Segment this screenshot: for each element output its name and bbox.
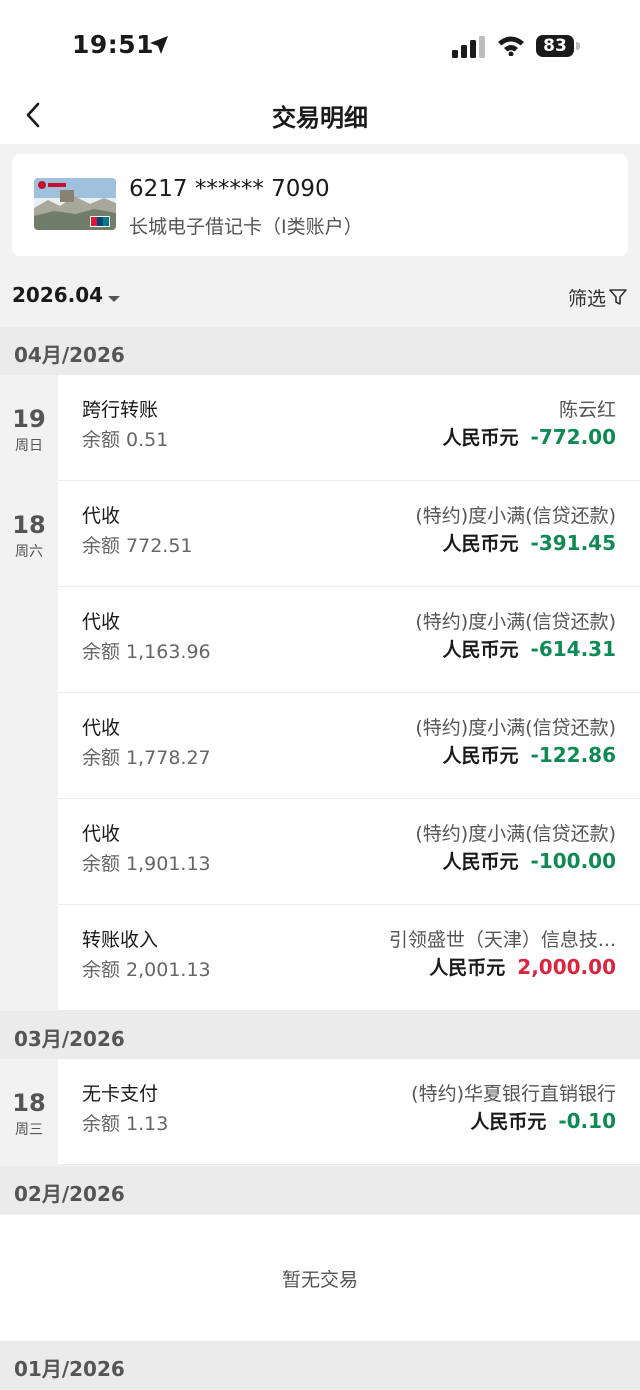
tx-counterparty: (特约)度小满(信贷还款) [415, 611, 616, 633]
month-header-label: 04月/2026 [14, 343, 125, 367]
tx-amount-line: 人民币元 -0.10 [470, 1107, 616, 1134]
tx-amount-line: 人民币元 -391.45 [443, 529, 617, 556]
nav-bar: 交易明细 [0, 90, 640, 144]
empty-text: 暂无交易 [281, 1269, 358, 1291]
month-header-label: 02月/2026 [14, 1182, 125, 1206]
card-number: 6217 ****** 7090 [129, 176, 330, 202]
month-header: 03月/2026 [0, 1011, 640, 1059]
empty-state: 暂无交易 [0, 1215, 640, 1341]
month-header-label: 03月/2026 [14, 1027, 125, 1051]
transaction-row[interactable]: 代收 余额 772.51 (特约)度小满(信贷还款) 人民币元 -391.45 [58, 481, 640, 587]
tx-amount: -614.31 [530, 637, 616, 661]
tx-amount: -0.10 [558, 1109, 616, 1133]
tx-currency: 人民币元 [442, 851, 519, 873]
tx-amount: -772.00 [530, 425, 616, 449]
tx-amount-line: 人民币元 -122.86 [443, 741, 617, 768]
battery-icon: 83 [536, 35, 574, 57]
tx-type: 代收 [82, 611, 121, 633]
day-number: 18 [12, 1089, 46, 1117]
day-weekday: 周三 [15, 1122, 43, 1138]
card-name: 长城电子借记卡（I类账户） [129, 216, 363, 238]
transaction-row[interactable]: 无卡支付 余额 1.13 (特约)华夏银行直销银行 人民币元 -0.10 [58, 1059, 640, 1165]
signal-icon [452, 36, 486, 62]
tx-type: 代收 [82, 505, 121, 527]
tx-currency: 人民币元 [442, 639, 519, 661]
tx-balance: 余额 1.13 [82, 1113, 169, 1135]
account-card-panel[interactable]: 6217 ****** 7090 长城电子借记卡（I类账户） [12, 154, 628, 256]
tx-counterparty: (特约)度小满(信贷还款) [415, 823, 616, 845]
month-header: 04月/2026 [0, 327, 640, 375]
transaction-row[interactable]: 跨行转账 余额 0.51 陈云红 人民币元 -772.00 [58, 375, 640, 481]
day-marker: 19 周日 [0, 375, 58, 481]
transaction-row[interactable]: 转账收入 余额 2,001.13 引领盛世（天津）信息技... 人民币元 2,00… [58, 905, 640, 1011]
tx-balance: 余额 1,778.27 [82, 747, 211, 769]
tx-amount-line: 人民币元 -614.31 [443, 635, 617, 662]
month-header: 02月/2026 [0, 1166, 640, 1214]
caret-down-icon [107, 285, 121, 309]
filter-bar: 2026.04 筛选 [0, 268, 640, 324]
card-image [34, 178, 116, 230]
wifi-icon [497, 34, 525, 60]
day-marker: 18 周三 [0, 1059, 58, 1165]
tx-type: 无卡支付 [82, 1083, 159, 1105]
tx-balance: 余额 2,001.13 [82, 959, 211, 981]
tx-counterparty: 陈云红 [558, 399, 616, 421]
day-number: 19 [12, 405, 46, 433]
month-picker[interactable]: 2026.04 [12, 283, 121, 309]
tx-amount: -122.86 [530, 743, 616, 767]
tx-amount: -391.45 [530, 531, 616, 555]
month-header: 01月/2026 [0, 1341, 640, 1389]
battery-tip [576, 42, 580, 50]
tx-type: 跨行转账 [82, 399, 159, 421]
tx-currency: 人民币元 [442, 745, 519, 767]
tx-currency: 人民币元 [470, 1111, 547, 1133]
tx-type: 代收 [82, 823, 121, 845]
tx-counterparty: (特约)华夏银行直销银行 [411, 1083, 616, 1105]
tx-currency: 人民币元 [429, 957, 506, 979]
filter-button[interactable]: 筛选 [568, 284, 628, 312]
status-time: 19:51 [72, 30, 155, 59]
transaction-row[interactable]: 代收 余额 1,778.27 (特约)度小满(信贷还款) 人民币元 -122.86 [58, 693, 640, 799]
tx-amount-line: 人民币元 -772.00 [443, 423, 617, 450]
day-marker: 18 周六 [0, 481, 58, 1011]
filter-funnel-icon [608, 287, 628, 312]
tx-amount-line: 人民币元 2,000.00 [429, 953, 616, 980]
tx-amount: -100.00 [530, 849, 616, 873]
day-number: 18 [12, 511, 46, 539]
tx-counterparty: (特约)度小满(信贷还款) [415, 505, 616, 527]
transaction-row[interactable]: 代收 余额 1,163.96 (特约)度小满(信贷还款) 人民币元 -614.31 [58, 587, 640, 693]
tx-balance: 余额 0.51 [82, 429, 169, 451]
tx-counterparty: (特约)度小满(信贷还款) [415, 717, 616, 739]
day-weekday: 周六 [15, 544, 43, 560]
transaction-row[interactable]: 代收 余额 1,901.13 (特约)度小满(信贷还款) 人民币元 -100.00 [58, 799, 640, 905]
tx-currency: 人民币元 [442, 533, 519, 555]
tx-counterparty: 引领盛世（天津）信息技... [388, 929, 616, 951]
filter-label: 筛选 [567, 288, 606, 310]
day-weekday: 周日 [15, 438, 43, 454]
tx-balance: 余额 1,901.13 [82, 853, 211, 875]
location-arrow-icon [148, 34, 170, 60]
tx-type: 代收 [82, 717, 121, 739]
tx-amount-line: 人民币元 -100.00 [443, 847, 617, 874]
tx-type: 转账收入 [82, 929, 159, 951]
tx-balance: 余额 772.51 [82, 535, 193, 557]
month-header-label: 01月/2026 [14, 1357, 125, 1381]
status-bar: 19:51 83 [0, 0, 640, 90]
tx-balance: 余额 1,163.96 [82, 641, 211, 663]
tx-amount: 2,000.00 [517, 955, 616, 979]
tx-currency: 人民币元 [442, 427, 519, 449]
month-picker-label: 2026.04 [12, 283, 104, 307]
page-title: 交易明细 [272, 104, 368, 132]
